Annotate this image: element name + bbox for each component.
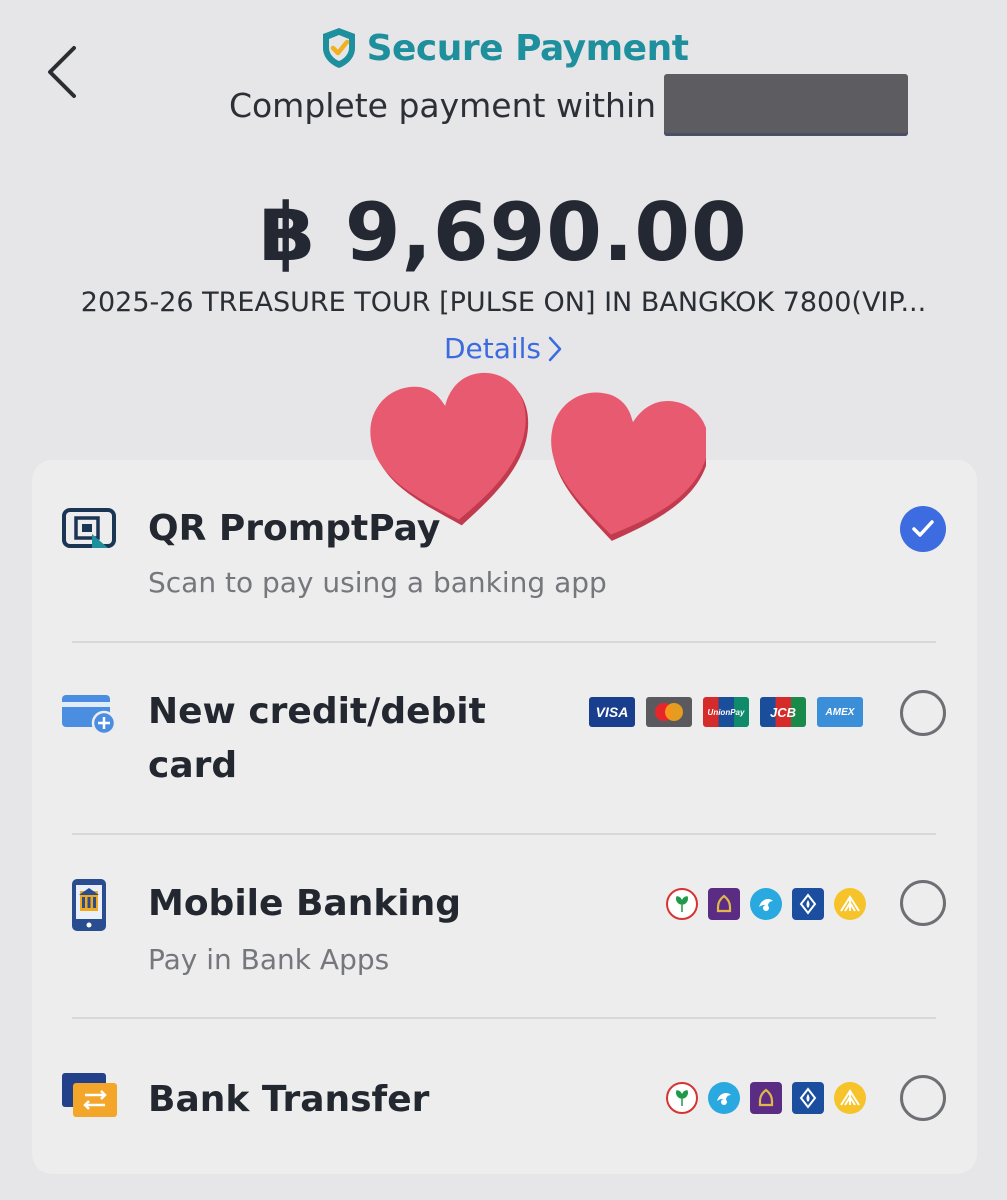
credit-card-add-icon bbox=[62, 695, 117, 733]
krungthai-logo-icon bbox=[708, 1082, 740, 1114]
chevron-right-icon bbox=[548, 336, 562, 361]
kbank-logo-icon bbox=[666, 1082, 698, 1114]
mastercard-logo-icon bbox=[646, 697, 692, 727]
details-label: Details bbox=[443, 332, 542, 365]
method-subtitle: Scan to pay using a banking app bbox=[148, 566, 607, 599]
shield-check-icon bbox=[322, 28, 355, 68]
method-subtitle: Pay in Bank Apps bbox=[148, 943, 390, 976]
method-title-line1: New credit/debit bbox=[148, 691, 486, 732]
unionpay-logo-icon: UnionPay bbox=[703, 697, 749, 727]
radio-unselected[interactable] bbox=[900, 690, 946, 736]
payment-method-qr-promptpay[interactable]: QR PromptPay Scan to pay using a banking… bbox=[32, 460, 977, 642]
amex-logo-icon: AMEX bbox=[817, 697, 863, 727]
payment-method-mobile-banking[interactable]: Mobile Banking Pay in Bank Apps bbox=[32, 835, 977, 1017]
countdown-timer-redacted bbox=[664, 74, 909, 136]
payment-method-bank-transfer[interactable]: Bank Transfer bbox=[32, 1019, 977, 1174]
title-row: Secure Payment bbox=[0, 26, 1007, 70]
method-title-line2: card bbox=[148, 745, 238, 786]
method-title: QR PromptPay bbox=[148, 508, 441, 549]
radio-selected[interactable] bbox=[900, 506, 946, 552]
event-name: 2025-26 TREASURE TOUR [PULSE ON] IN BANG… bbox=[80, 287, 927, 318]
payment-method-credit-card[interactable]: New credit/debit card VISA UnionPay JCB … bbox=[32, 643, 977, 833]
bangkok-bank-logo-icon bbox=[792, 1082, 824, 1114]
radio-unselected[interactable] bbox=[900, 1075, 946, 1121]
page-title: Secure Payment bbox=[366, 27, 689, 69]
bank-logos bbox=[666, 1082, 866, 1114]
qr-promptpay-icon bbox=[62, 508, 116, 548]
mobile-bank-icon bbox=[72, 879, 106, 931]
kbank-logo-icon bbox=[666, 888, 698, 920]
visa-logo-icon: VISA bbox=[589, 697, 635, 727]
payment-methods-card: QR PromptPay Scan to pay using a banking… bbox=[32, 460, 977, 1174]
krungthai-logo-icon bbox=[750, 888, 782, 920]
check-icon bbox=[912, 520, 934, 537]
card-brand-logos: VISA UnionPay JCB AMEX bbox=[589, 697, 863, 727]
radio-unselected[interactable] bbox=[900, 880, 946, 926]
method-title: Bank Transfer bbox=[148, 1079, 430, 1120]
bank-transfer-icon bbox=[62, 1073, 117, 1117]
bangkok-bank-logo-icon bbox=[792, 888, 824, 920]
details-link[interactable]: Details bbox=[0, 332, 1007, 365]
payment-deadline-label: Complete payment within bbox=[228, 85, 657, 125]
krungsri-logo-icon bbox=[834, 1082, 866, 1114]
header: Secure Payment Complete payment within bbox=[0, 0, 1007, 150]
payment-amount: ฿ 9,690.00 bbox=[259, 186, 748, 279]
krungsri-logo-icon bbox=[834, 888, 866, 920]
subtitle-row: Complete payment within bbox=[0, 74, 1007, 136]
bank-logos bbox=[666, 888, 866, 920]
scb-logo-icon bbox=[750, 1082, 782, 1114]
scb-logo-icon bbox=[708, 888, 740, 920]
method-title: Mobile Banking bbox=[148, 883, 461, 924]
jcb-logo-icon: JCB bbox=[760, 697, 806, 727]
